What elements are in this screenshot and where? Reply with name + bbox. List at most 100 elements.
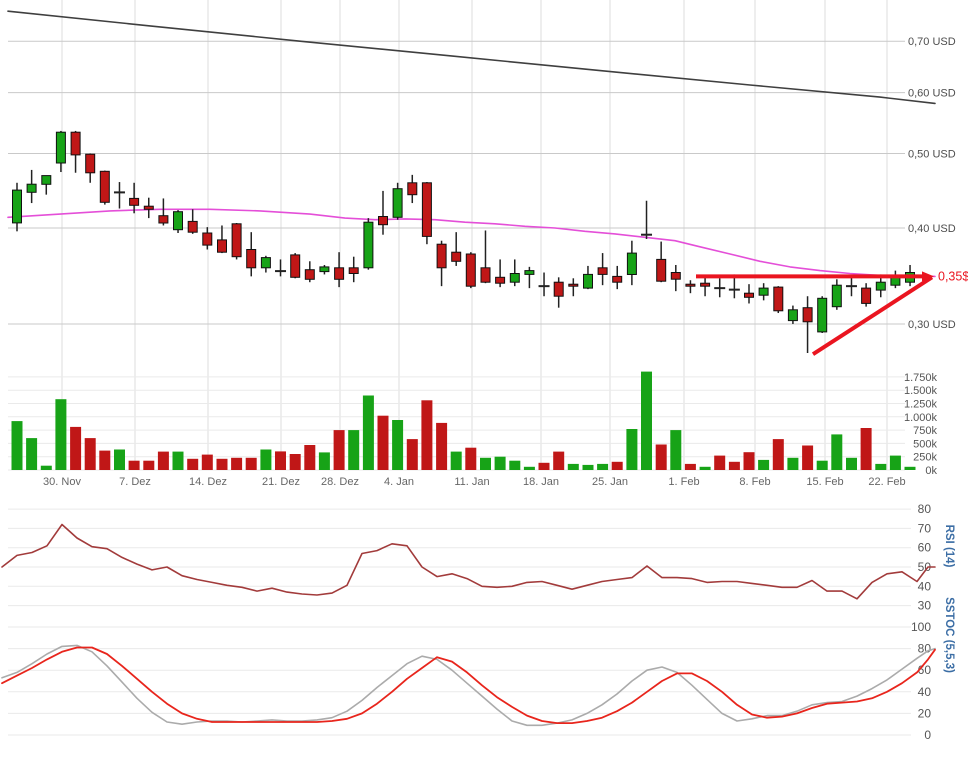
price-tick-label: 0,50 USD (908, 149, 956, 161)
bullish-candle (831, 284, 842, 308)
volume-bar (421, 400, 433, 470)
date-label: 18. Jan (523, 476, 559, 488)
bullish-candle (26, 183, 37, 193)
volume-bar (626, 429, 638, 470)
volume-bar (245, 457, 257, 470)
volume-bar (99, 450, 111, 470)
date-label: 21. Dez (262, 476, 300, 488)
rsi-line (1, 523, 936, 600)
bearish-candle (304, 269, 315, 280)
volume-bar (743, 452, 755, 470)
bearish-candle (378, 216, 388, 226)
bearish-candle (70, 131, 81, 156)
volume-tick-label: 1.250k (904, 399, 938, 411)
rsi-tick-label: 30 (918, 599, 932, 613)
bullish-candle (875, 281, 886, 291)
bullish-candle (626, 252, 637, 276)
volume-bar (875, 463, 887, 470)
volume-bar (333, 430, 345, 470)
volume-tick-label: 750k (913, 425, 937, 437)
volume-bar (436, 422, 448, 470)
bearish-candle (348, 267, 359, 274)
bearish-candle (290, 254, 301, 278)
date-label: 25. Jan (592, 476, 628, 488)
bearish-candle (421, 182, 432, 237)
date-label: 14. Dez (189, 476, 227, 488)
volume-bar (128, 460, 140, 470)
rsi-gridlines (8, 508, 911, 607)
volume-bar (143, 460, 155, 470)
bearish-candle (436, 243, 447, 269)
bearish-candle (861, 287, 872, 304)
bullish-candle (817, 297, 828, 333)
volume-tick-label: 1.000k (904, 412, 938, 424)
triangle-annotation: 0,35$ (696, 269, 968, 356)
price-tick-label: 0,30 USD (908, 319, 956, 331)
bearish-candle (187, 220, 198, 233)
candles (12, 130, 915, 354)
bearish-candle (407, 182, 418, 196)
bullish-candle (41, 175, 52, 185)
volume-bar (802, 445, 814, 470)
volume-bar (187, 458, 199, 470)
date-label: 7. Dez (119, 476, 151, 488)
volume-axis-labels: 1.750k1.500k 1.250k1.000k750k500k 250k0k (904, 372, 938, 477)
stock-chart: 0,70 USD 0,60 USD 0,50 USD 0,40 USD 0,30 USD… (0, 0, 968, 765)
date-axis-labels: 30. Nov 7. Dez 14. Dez 21. Dez 28. Dez 4. Jan… (43, 476, 906, 488)
panel-titles: RSI (14) SSTOC (5,5,3) (943, 525, 955, 674)
bullish-candle (392, 188, 403, 218)
volume-bar (772, 439, 784, 470)
volume-bar (787, 457, 799, 470)
date-label: 28. Dez (321, 476, 359, 488)
bearish-candle (451, 251, 462, 262)
volume-tick-label: 0k (925, 465, 937, 477)
bearish-candle (656, 258, 667, 282)
rsi-series (1, 523, 936, 600)
rsi-tick-label: 40 (918, 579, 932, 593)
bearish-candle (670, 272, 681, 280)
volume-bar (392, 420, 404, 470)
sstoc-axis-labels: 100806040200 (911, 620, 931, 742)
bullish-candle (55, 131, 66, 164)
volume-bar (670, 430, 682, 470)
bullish-candle (787, 309, 798, 322)
volume-tick-label: 500k (913, 438, 937, 450)
volume-bar (70, 426, 82, 470)
bearish-candle (495, 276, 506, 284)
bearish-candle (465, 253, 476, 287)
volume-bar (728, 461, 740, 470)
triangle-support-line (811, 275, 934, 356)
bullish-candle (524, 270, 535, 275)
bearish-candle (612, 275, 623, 283)
bearish-candle (744, 292, 754, 298)
rsi-tick-label: 60 (918, 541, 932, 555)
volume-bar (684, 463, 696, 470)
volume-bar (553, 451, 565, 470)
volume-bar (275, 451, 286, 470)
price-target-label: 0,35$ (938, 269, 968, 283)
sstoc-tick-label: 0 (924, 728, 931, 742)
date-label: 30. Nov (43, 476, 81, 488)
price-tick-label: 0,70 USD (908, 36, 956, 48)
volume-bar (348, 430, 360, 470)
volume-bar (714, 455, 726, 470)
volume-bar (362, 395, 374, 470)
bearish-candle (217, 239, 227, 253)
volume-bar (84, 438, 96, 470)
bearish-candle (773, 286, 784, 312)
date-label: 8. Feb (739, 476, 770, 488)
sstoc-gridlines (8, 626, 911, 736)
chart-canvas[interactable]: 0,70 USD 0,60 USD 0,50 USD 0,40 USD 0,30 USD… (0, 0, 968, 765)
bearish-candle (568, 283, 579, 287)
volume-bar (289, 454, 301, 470)
volume-bar (201, 454, 213, 470)
volume-bar (597, 463, 609, 470)
bullish-candle (363, 221, 374, 269)
bearish-candle (700, 282, 711, 287)
bearish-candle (129, 197, 140, 206)
volume-bar (699, 466, 711, 470)
price-tick-label: 0,60 USD (908, 88, 956, 100)
date-label: 4. Jan (384, 476, 414, 488)
volume-bar (114, 449, 125, 470)
volume-bar (40, 465, 52, 470)
